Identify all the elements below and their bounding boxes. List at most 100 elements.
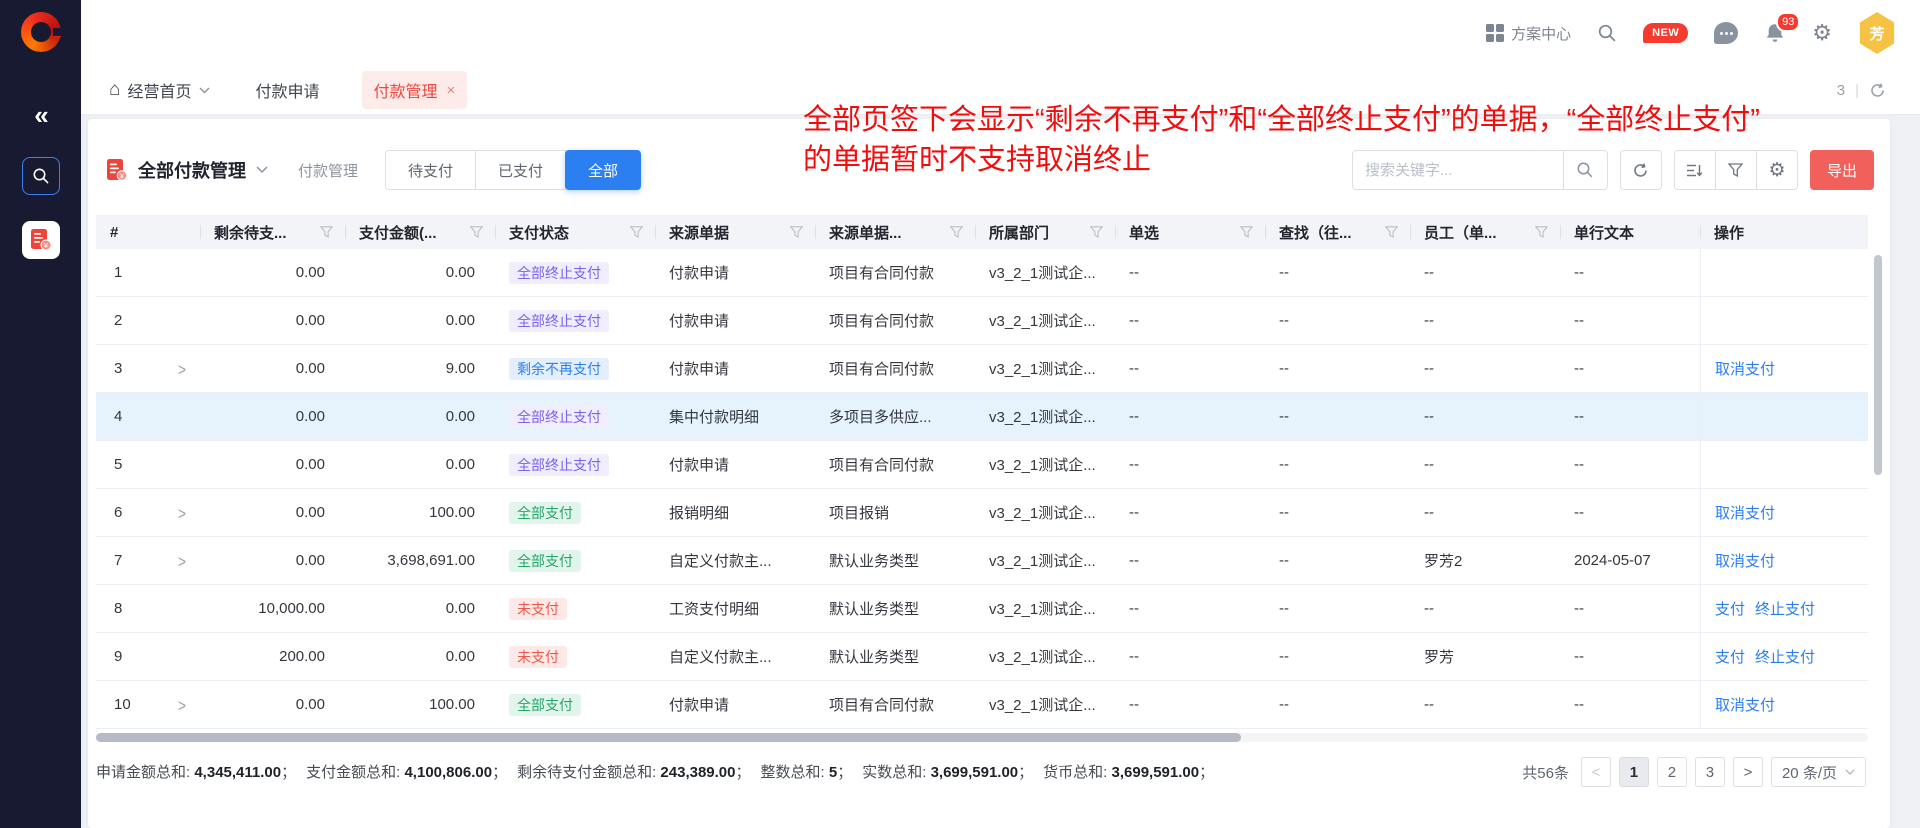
expand-row-icon[interactable]: > — [178, 695, 186, 715]
table-row[interactable]: 40.000.00全部终止支付集中付款明细多项目多供应...v3_2_1测试企.… — [96, 393, 1868, 441]
filter-icon[interactable] — [1240, 226, 1253, 238]
row-action-link[interactable]: 终止支付 — [1755, 598, 1815, 619]
row-action-link[interactable]: 支付 — [1715, 646, 1745, 667]
filter-tab-all[interactable]: 全部 — [565, 150, 641, 190]
refresh-button[interactable] — [1620, 150, 1662, 190]
column-header-remaining[interactable]: 剩余待支... — [200, 215, 345, 249]
search-input[interactable] — [1353, 162, 1563, 179]
expand-row-icon[interactable]: > — [178, 359, 186, 379]
page-size-select[interactable]: 20 条/页 — [1771, 757, 1866, 787]
table-row[interactable]: 20.000.00全部终止支付付款申请项目有合同付款v3_2_1测试企...--… — [96, 297, 1868, 345]
column-header-status[interactable]: 支付状态 — [495, 215, 655, 249]
row-action-link[interactable]: 取消支付 — [1715, 502, 1775, 523]
table-row[interactable]: 10>0.00100.00全部支付付款申请项目有合同付款v3_2_1测试企...… — [96, 681, 1868, 729]
cell-row-number: 8 — [96, 585, 200, 632]
cell-row-number: 3> — [96, 345, 200, 392]
global-search-button[interactable] — [1597, 23, 1617, 43]
gear-icon: ⚙ — [1768, 159, 1785, 181]
expand-row-icon[interactable]: > — [178, 551, 186, 571]
cell-source_doc: 付款申请 — [655, 681, 815, 728]
cell-source_type: 项目有合同付款 — [815, 681, 975, 728]
filter-icon[interactable] — [470, 226, 483, 238]
filter-icon[interactable] — [950, 226, 963, 238]
cell-source_type: 默认业务类型 — [815, 537, 975, 584]
view-switcher[interactable]: ¥ 全部付款管理 — [106, 157, 268, 183]
filter-icon[interactable] — [790, 226, 803, 238]
cell-remaining: 0.00 — [200, 489, 345, 536]
tab-payment-manage[interactable]: 付款管理 × — [362, 71, 468, 109]
column-header-source_type[interactable]: 来源单据... — [815, 215, 975, 249]
prev-page-button[interactable]: < — [1581, 757, 1611, 787]
column-header-employee[interactable]: 员工（单... — [1410, 215, 1560, 249]
sidebar-search-button[interactable] — [22, 157, 60, 195]
table-row[interactable]: 50.000.00全部终止支付付款申请项目有合同付款v3_2_1测试企...--… — [96, 441, 1868, 489]
filter-tab-pending[interactable]: 待支付 — [385, 150, 476, 190]
cell-employee: -- — [1410, 249, 1560, 296]
avatar[interactable]: 芳 — [1858, 12, 1896, 54]
page-button-2[interactable]: 2 — [1657, 757, 1687, 787]
row-action-link[interactable]: 取消支付 — [1715, 358, 1775, 379]
page-button-1[interactable]: 1 — [1619, 757, 1649, 787]
horizontal-scrollbar-track — [96, 733, 1868, 742]
row-action-link[interactable]: 取消支付 — [1715, 694, 1775, 715]
row-action-link[interactable]: 支付 — [1715, 598, 1745, 619]
topbar: 方案中心 NEW 93 ⚙ 芳 — [81, 0, 1920, 66]
cell-radio: -- — [1115, 489, 1265, 536]
column-header-radio[interactable]: 单选 — [1115, 215, 1265, 249]
search-submit-button[interactable] — [1563, 151, 1607, 189]
column-header-amount[interactable]: 支付金额(... — [345, 215, 495, 249]
page-button-3[interactable]: 3 — [1695, 757, 1725, 787]
refresh-icon[interactable] — [1869, 82, 1886, 99]
cell-radio: -- — [1115, 393, 1265, 440]
app-logo-icon[interactable] — [21, 12, 61, 52]
row-action-link[interactable]: 取消支付 — [1715, 550, 1775, 571]
cell-row-number: 2 — [96, 297, 200, 344]
column-header-dept[interactable]: 所属部门 — [975, 215, 1115, 249]
table-row[interactable]: 9200.000.00未支付自定义付款主...默认业务类型v3_2_1测试企..… — [96, 633, 1868, 681]
filter-icon[interactable] — [1090, 226, 1103, 238]
filter-tab-paid[interactable]: 已支付 — [475, 150, 566, 190]
cell-radio: -- — [1115, 537, 1265, 584]
breadcrumb-home[interactable]: ⌂ 经营首页 — [109, 78, 210, 102]
next-page-button[interactable]: > — [1733, 757, 1763, 787]
export-button[interactable]: 导出 — [1810, 150, 1874, 190]
filter-icon[interactable] — [1385, 226, 1398, 238]
table-row[interactable]: 6>0.00100.00全部支付报销明细项目报销v3_2_1测试企...----… — [96, 489, 1868, 537]
cell-radio: -- — [1115, 297, 1265, 344]
summary-item: 申请金额总和: 4,345,411.00； — [96, 764, 296, 781]
summary-totals: 申请金额总和: 4,345,411.00；支付金额总和: 4,100,806.0… — [96, 757, 1246, 788]
filter-icon[interactable] — [630, 226, 643, 238]
settings-button[interactable]: ⚙ — [1812, 21, 1832, 46]
new-feature-badge[interactable]: NEW — [1643, 23, 1688, 43]
cell-remaining: 0.00 — [200, 393, 345, 440]
close-icon[interactable]: × — [447, 82, 456, 99]
filter-icon[interactable] — [1535, 226, 1548, 238]
cell-amount: 0.00 — [345, 441, 495, 488]
expand-row-icon[interactable]: > — [178, 503, 186, 523]
cell-actions: 取消支付 — [1700, 681, 1860, 728]
sort-button[interactable] — [1674, 150, 1716, 190]
sidebar-collapse-icon[interactable]: « — [0, 100, 81, 131]
summary-item: 整数总和: 5； — [761, 764, 853, 781]
cell-source_doc: 报销明细 — [655, 489, 815, 536]
column-settings-button[interactable]: ⚙ — [1756, 150, 1798, 190]
filter-icon[interactable] — [320, 226, 333, 238]
filter-button[interactable] — [1715, 150, 1757, 190]
cell-remaining: 200.00 — [200, 633, 345, 680]
vertical-scrollbar[interactable] — [1874, 255, 1882, 475]
notifications-button[interactable]: 93 — [1764, 22, 1786, 45]
table-row[interactable]: 7>0.003,698,691.00全部支付自定义付款主...默认业务类型v3_… — [96, 537, 1868, 585]
cell-status: 全部终止支付 — [495, 393, 655, 440]
workspace-center-button[interactable]: 方案中心 — [1486, 23, 1571, 44]
row-action-link[interactable]: 终止支付 — [1755, 646, 1815, 667]
table-row[interactable]: 3>0.009.00剩余不再支付付款申请项目有合同付款v3_2_1测试企...-… — [96, 345, 1868, 393]
column-header-lookup[interactable]: 查找（往... — [1265, 215, 1410, 249]
column-header-source_doc[interactable]: 来源单据 — [655, 215, 815, 249]
messages-button[interactable] — [1714, 22, 1738, 44]
horizontal-scrollbar[interactable] — [96, 733, 1241, 742]
table-row[interactable]: 10.000.00全部终止支付付款申请项目有合同付款v3_2_1测试企...--… — [96, 249, 1868, 297]
table-row[interactable]: 810,000.000.00未支付工资支付明细默认业务类型v3_2_1测试企..… — [96, 585, 1868, 633]
cell-dept: v3_2_1测试企... — [975, 681, 1115, 728]
sidebar-payment-app-button[interactable]: ¥ — [22, 221, 60, 259]
tab-payment-request[interactable]: 付款申请 — [256, 78, 320, 102]
